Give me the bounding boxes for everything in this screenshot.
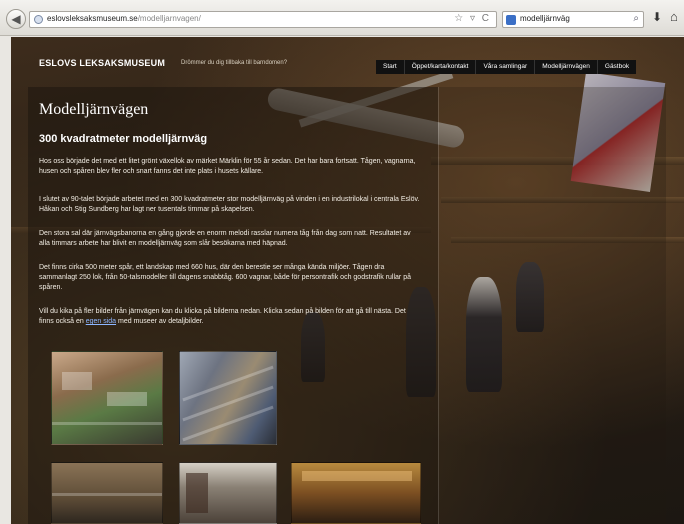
search-bar[interactable]: modelljärnväg ⌕ xyxy=(502,11,644,28)
url-text: eslovsleksaksmuseum.se/modelljarnvagen/ xyxy=(47,14,201,23)
gallery-thumbnail[interactable] xyxy=(179,351,277,445)
site-tagline: Drömmer du dig tillbaka till barndomen? xyxy=(181,60,288,66)
section-heading: 300 kvadratmeter modelljärnväg xyxy=(39,133,208,145)
paragraph-gallery: Vill du kika på fler bilder från järnväg… xyxy=(39,308,406,325)
nav-start[interactable]: Start xyxy=(376,60,405,74)
nav-vara-samlingar[interactable]: Våra samlingar xyxy=(476,60,536,74)
gallery-thumbnail[interactable] xyxy=(291,462,421,524)
nav-oppet-karta-kontakt[interactable]: Öppet/karta/kontakt xyxy=(405,60,477,74)
web-page: ESLOVS LEKSAKSMUSEUM Drömmer du dig till… xyxy=(11,37,684,524)
address-bar[interactable]: eslovsleksaksmuseum.se/modelljarnvagen/ … xyxy=(29,11,497,28)
paragraph-hall: Den stora sal där järnvägsbanorna en gån… xyxy=(39,230,411,247)
side-panel xyxy=(438,87,666,524)
bookmark-star-icon[interactable]: ☆ ▿ C xyxy=(454,13,491,24)
paragraph-intro: Hos oss började det med ett litet grönt … xyxy=(39,158,416,175)
site-title[interactable]: ESLOVS LEKSAKSMUSEUM xyxy=(39,58,165,68)
browser-toolbar: ◀ eslovsleksaksmuseum.se/modelljarnvagen… xyxy=(0,0,684,36)
nav-modelljarnvagen[interactable]: Modelljärnvägen xyxy=(535,60,598,74)
site-identity-icon[interactable] xyxy=(34,15,43,24)
search-engine-icon[interactable] xyxy=(506,15,516,25)
main-navigation: Start Öppet/karta/kontakt Våra samlingar… xyxy=(376,60,637,74)
paragraph-history: I slutet av 90-talet började arbetet med… xyxy=(39,196,420,213)
back-button[interactable]: ◀ xyxy=(6,9,26,29)
gallery-thumbnail[interactable] xyxy=(51,351,163,445)
page-title: Modelljärnvägen xyxy=(39,101,149,118)
home-icon[interactable]: ⌂ xyxy=(670,9,678,24)
download-icon[interactable]: ⬇ xyxy=(652,10,662,24)
gallery-page-link[interactable]: egen sida xyxy=(86,318,116,325)
content-panel xyxy=(28,87,438,524)
gallery-thumbnail[interactable] xyxy=(179,462,277,524)
search-icon[interactable]: ⌕ xyxy=(633,13,639,24)
paragraph-facts: Det finns cirka 500 meter spår, ett land… xyxy=(39,264,411,291)
search-input[interactable]: modelljärnväg xyxy=(520,14,570,23)
nav-gastbok[interactable]: Gästbok xyxy=(598,60,636,74)
gallery-thumbnail[interactable] xyxy=(51,462,163,524)
